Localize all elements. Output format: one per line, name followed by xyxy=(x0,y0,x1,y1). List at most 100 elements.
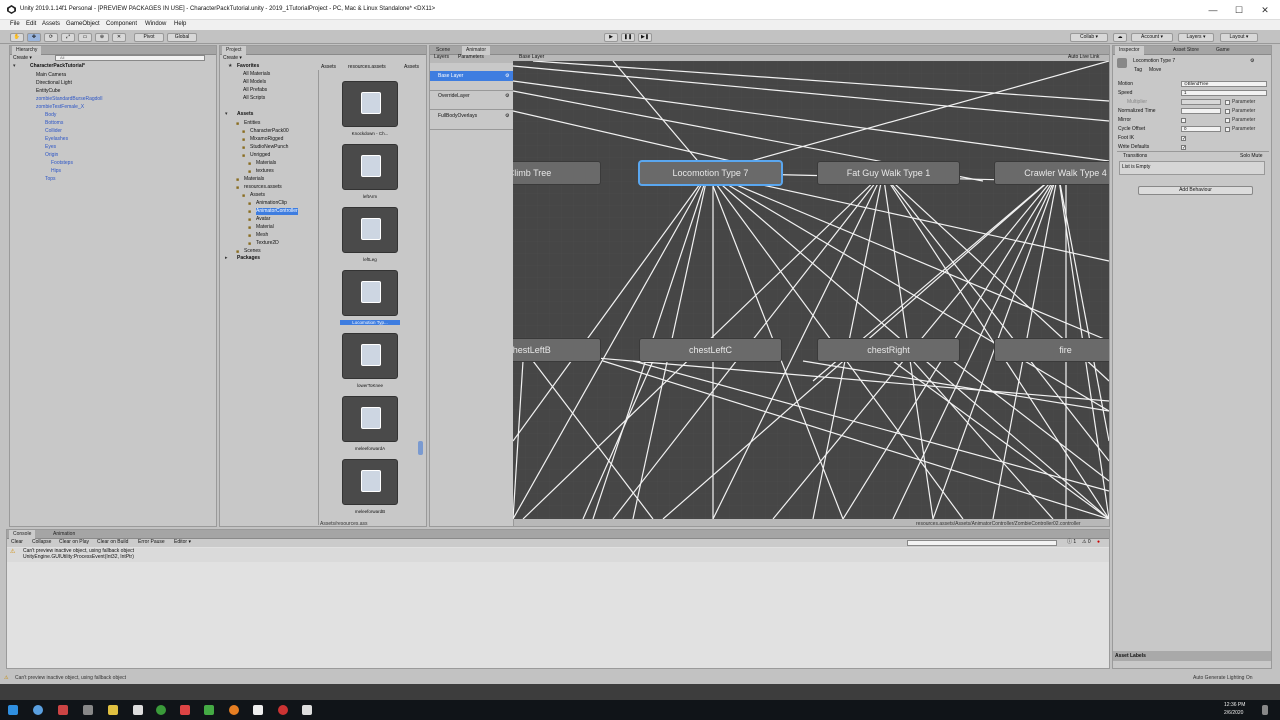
rotate-tool-icon[interactable]: ⟳ xyxy=(44,33,58,42)
project-folder[interactable]: StudioNewPunch xyxy=(250,144,288,151)
hierarchy-item[interactable]: EntityCube xyxy=(36,88,60,95)
maximize-button[interactable]: ☐ xyxy=(1231,4,1247,16)
console-collapse-button[interactable]: Collapse xyxy=(32,539,51,546)
project-folder[interactable]: Entities xyxy=(244,120,260,127)
unity-taskbar-icon[interactable] xyxy=(302,705,312,715)
menu-help[interactable]: Help xyxy=(174,21,186,27)
animation-clip-icon[interactable] xyxy=(342,333,398,379)
project-folder[interactable]: resources.assets xyxy=(244,184,282,191)
calculator-icon[interactable] xyxy=(133,705,143,715)
layer-fullbody[interactable]: FullBodyOverlays xyxy=(438,113,477,120)
animator-graph[interactable]: Climb Tree Locomotion Type 7 Fat Guy Walk … xyxy=(513,61,1109,519)
console-error-pause-button[interactable]: Error Pause xyxy=(138,539,165,546)
collab-dropdown[interactable]: Collab ▾ xyxy=(1070,33,1108,42)
project-folder[interactable]: AnimationClip xyxy=(256,200,287,207)
pivot-toggle[interactable]: Pivot xyxy=(134,33,164,42)
state-node[interactable]: chestLeftC xyxy=(639,338,782,362)
layer-base[interactable]: Base Layer xyxy=(438,73,463,80)
hierarchy-item[interactable]: Directional Light xyxy=(36,80,72,87)
obs-icon[interactable] xyxy=(278,705,288,715)
inspector-field-input[interactable]: 1 xyxy=(1181,90,1267,96)
packages-header[interactable]: Packages xyxy=(237,255,260,262)
hierarchy-item[interactable]: Hips xyxy=(51,168,61,175)
asset-tile-label[interactable]: leftArm xyxy=(340,194,400,199)
hierarchy-item[interactable]: Footsteps xyxy=(51,160,73,167)
project-folder[interactable]: Texture2D xyxy=(256,240,279,247)
tab-animation[interactable]: Animation xyxy=(49,530,79,539)
project-folder[interactable]: Unrigged xyxy=(250,152,270,159)
project-folder[interactable]: textures xyxy=(256,168,274,175)
asset-tile-label[interactable]: lowerToKnee xyxy=(340,383,400,388)
asset-tile-label[interactable]: Knockdown - Ch... xyxy=(340,131,400,136)
tab-hierarchy[interactable]: Hierarchy xyxy=(12,46,42,55)
hierarchy-item[interactable]: zombieTestFemale_X xyxy=(36,104,84,111)
auto-live-link-toggle[interactable]: Auto Live Link xyxy=(1068,54,1099,61)
custom-tool-icon[interactable]: ✕ xyxy=(112,33,126,42)
menu-window[interactable]: Window xyxy=(145,21,166,27)
parameter-checkbox[interactable] xyxy=(1225,100,1230,105)
scale-tool-icon[interactable]: ⤢ xyxy=(61,33,75,42)
hierarchy-item[interactable]: Eyes xyxy=(45,144,56,151)
tab-inspector[interactable]: Inspector xyxy=(1115,46,1144,55)
console-message-row[interactable]: ⚠ Can't preview inactive object, using f… xyxy=(7,548,1109,562)
app-icon[interactable] xyxy=(204,705,214,715)
favorite-item[interactable]: All Scripts xyxy=(243,95,265,102)
project-folder[interactable]: MixamoRigged xyxy=(250,136,283,143)
unity-hub-icon[interactable] xyxy=(253,705,263,715)
hierarchy-item[interactable]: Bottoms xyxy=(45,120,63,127)
scene-root[interactable]: CharacterPackTutorial* xyxy=(30,63,85,70)
hand-tool-icon[interactable]: ✋ xyxy=(10,33,24,42)
step-button[interactable]: ▶❚ xyxy=(638,33,652,42)
favorites-header[interactable]: Favorites xyxy=(237,63,259,70)
layout-dropdown[interactable]: Layout ▾ xyxy=(1220,33,1258,42)
status-message[interactable]: Can't preview inactive object, using fal… xyxy=(15,675,126,682)
move-tool-icon[interactable]: ✥ xyxy=(27,33,41,42)
asset-tile-label[interactable]: meleeforwardA xyxy=(340,446,400,451)
hierarchy-search-input[interactable]: All xyxy=(55,55,205,61)
state-node[interactable]: chestLeftB xyxy=(513,338,601,362)
global-toggle[interactable]: Global xyxy=(167,33,197,42)
notification-icon[interactable] xyxy=(1262,705,1268,715)
firefox-icon[interactable] xyxy=(229,705,239,715)
animation-clip-icon[interactable] xyxy=(342,144,398,190)
state-node[interactable]: Locomotion Type 7 xyxy=(639,161,782,185)
state-node[interactable]: Climb Tree xyxy=(513,161,601,185)
search-icon[interactable] xyxy=(33,705,43,715)
state-node[interactable]: Fat Guy Walk Type 1 xyxy=(817,161,960,185)
breadcrumb-assets-2[interactable]: Assets xyxy=(404,64,419,71)
transform-tool-icon[interactable]: ⊕ xyxy=(95,33,109,42)
layer-gear-icon[interactable]: ⚙ xyxy=(505,93,509,100)
animation-clip-icon[interactable] xyxy=(342,459,398,505)
tab-parameters[interactable]: Parameters xyxy=(458,54,484,61)
favorite-item[interactable]: All Prefabs xyxy=(243,87,267,94)
hierarchy-create-button[interactable]: Create ▾ xyxy=(13,55,32,62)
account-dropdown[interactable]: Account ▾ xyxy=(1131,33,1173,42)
layer-override[interactable]: OverrideLayer xyxy=(438,93,470,100)
inspector-checkbox[interactable]: ✓ xyxy=(1181,145,1186,151)
menu-component[interactable]: Component xyxy=(106,21,137,27)
transitions-list[interactable]: List is Empty xyxy=(1119,161,1265,175)
layer-breadcrumb[interactable]: Base Layer xyxy=(519,54,544,61)
console-error-icon[interactable]: ● xyxy=(1097,539,1100,546)
minimize-button[interactable]: — xyxy=(1205,4,1221,16)
hierarchy-item[interactable]: Main Camera xyxy=(36,72,66,79)
taskbar-date[interactable]: 2/6/2020 xyxy=(1224,710,1243,716)
inspector-settings-icon[interactable]: ⚙ xyxy=(1250,58,1254,64)
console-search-input[interactable] xyxy=(907,540,1057,546)
console-clear-button[interactable]: Clear xyxy=(11,539,23,546)
favorite-item[interactable]: All Materials xyxy=(243,71,270,78)
hierarchy-item[interactable]: zombieStandardBurseRagdoll xyxy=(36,96,102,103)
project-create-button[interactable]: Create ▾ xyxy=(223,55,242,62)
hierarchy-item[interactable]: Body xyxy=(45,112,56,119)
asset-labels[interactable]: Asset Labels xyxy=(1115,653,1146,659)
pause-button[interactable]: ❚❚ xyxy=(621,33,635,42)
project-folder[interactable]: CharacterPack00 xyxy=(250,128,289,135)
layer-gear-icon[interactable]: ⚙ xyxy=(505,73,509,80)
project-folder[interactable]: Mesh xyxy=(256,232,268,239)
asset-tile-label[interactable]: leftLeg xyxy=(340,257,400,262)
animation-clip-icon[interactable] xyxy=(342,396,398,442)
console-clear-on-play-button[interactable]: Clear on Play xyxy=(59,539,89,546)
packages-fold-icon[interactable]: ▸ xyxy=(225,255,231,261)
hierarchy-item[interactable]: Eyelashes xyxy=(45,136,68,143)
state-node[interactable]: chestRight xyxy=(817,338,960,362)
